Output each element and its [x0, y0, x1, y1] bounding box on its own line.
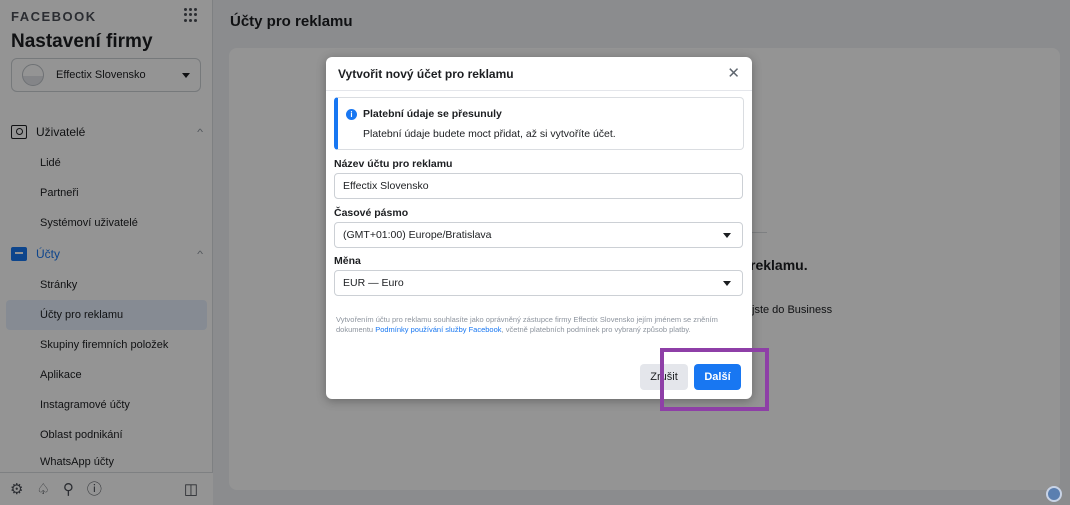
info-icon: i: [346, 109, 357, 120]
currency-select[interactable]: EUR — Euro: [334, 270, 743, 296]
terms-link[interactable]: Podmínky používání služby Facebook: [375, 325, 501, 334]
payment-notice: i Platební údaje se přesunuly Platební ú…: [334, 97, 744, 150]
timezone-select[interactable]: (GMT+01:00) Europe/Bratislava: [334, 222, 743, 248]
terms-text-after: , včetně platebních podmínek pro vybraný…: [501, 325, 691, 334]
close-icon[interactable]: ✕: [727, 66, 740, 81]
dialog-title: Vytvořit nový účet pro reklamu: [338, 67, 514, 81]
divider: [326, 90, 752, 91]
notice-text: Platební údaje budete moct přidat, až si…: [363, 128, 616, 140]
notice-title: Platební údaje se přesunuly: [363, 108, 502, 120]
highlight-annotation: [660, 348, 769, 411]
chevron-down-icon: [723, 280, 731, 286]
terms-text: Vytvořením účtu pro reklamu souhlasíte j…: [336, 315, 741, 335]
account-name-label: Název účtu pro reklamu: [334, 158, 453, 170]
chevron-down-icon: [723, 232, 731, 238]
timezone-label: Časové pásmo: [334, 207, 409, 219]
currency-label: Měna: [334, 255, 361, 267]
globe-icon[interactable]: [1046, 486, 1062, 502]
timezone-value: (GMT+01:00) Europe/Bratislava: [343, 229, 492, 241]
account-name-value: Effectix Slovensko: [343, 180, 429, 192]
account-name-input[interactable]: Effectix Slovensko: [334, 173, 743, 199]
currency-value: EUR — Euro: [343, 277, 404, 289]
